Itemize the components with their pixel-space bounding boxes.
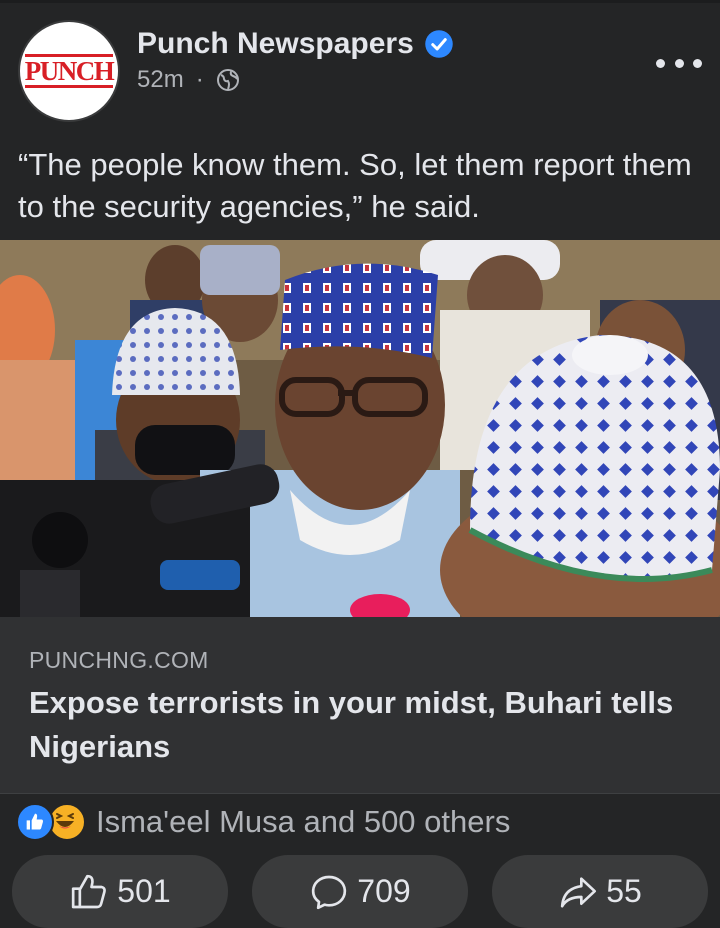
like-count: 501 bbox=[117, 873, 171, 909]
punch-logo: PUNCH bbox=[24, 54, 115, 88]
link-preview[interactable]: PUNCHNG.COM Expose terrorists in your mi… bbox=[0, 617, 720, 793]
reactions-summary[interactable]: Isma'eel Musa and 500 others bbox=[16, 800, 510, 844]
globe-icon bbox=[216, 69, 239, 91]
link-domain: PUNCHNG.COM bbox=[29, 647, 209, 673]
link-headline[interactable]: Expose terrorists in your midst, Buhari … bbox=[29, 681, 699, 769]
comment-icon bbox=[312, 875, 347, 909]
more-dot bbox=[656, 58, 665, 68]
reactions-text: Isma'eel Musa and 500 others bbox=[96, 804, 511, 839]
meta-separator: · bbox=[195, 66, 204, 93]
comment-count: 709 bbox=[357, 873, 411, 909]
post-header: PUNCH Punch Newspapers 52m · bbox=[0, 0, 720, 130]
divider bbox=[0, 793, 720, 794]
post-meta: 52m · bbox=[137, 66, 240, 94]
post-caption: “The people know them. So, let them repo… bbox=[18, 147, 692, 224]
action-bar: 501 709 55 bbox=[12, 855, 708, 928]
more-dot bbox=[693, 58, 702, 68]
like-button[interactable]: 501 bbox=[12, 855, 228, 928]
link-photo[interactable] bbox=[0, 240, 720, 617]
comment-button[interactable]: 709 bbox=[252, 855, 468, 928]
more-options-icon[interactable] bbox=[656, 48, 702, 78]
page-avatar[interactable]: PUNCH bbox=[18, 20, 120, 122]
thumbs-up-icon bbox=[72, 874, 107, 908]
verified-badge-icon bbox=[425, 30, 453, 58]
reaction-icons bbox=[16, 803, 86, 841]
share-icon bbox=[561, 876, 597, 907]
page-name[interactable]: Punch Newspapers bbox=[137, 27, 414, 61]
share-count: 55 bbox=[606, 873, 642, 909]
news-photo-illustration bbox=[0, 240, 720, 617]
like-icon bbox=[16, 803, 54, 841]
page-name-row: Punch Newspapers bbox=[137, 27, 454, 61]
post-time[interactable]: 52m bbox=[137, 66, 184, 94]
more-dot bbox=[674, 58, 684, 68]
share-button[interactable]: 55 bbox=[492, 855, 708, 928]
